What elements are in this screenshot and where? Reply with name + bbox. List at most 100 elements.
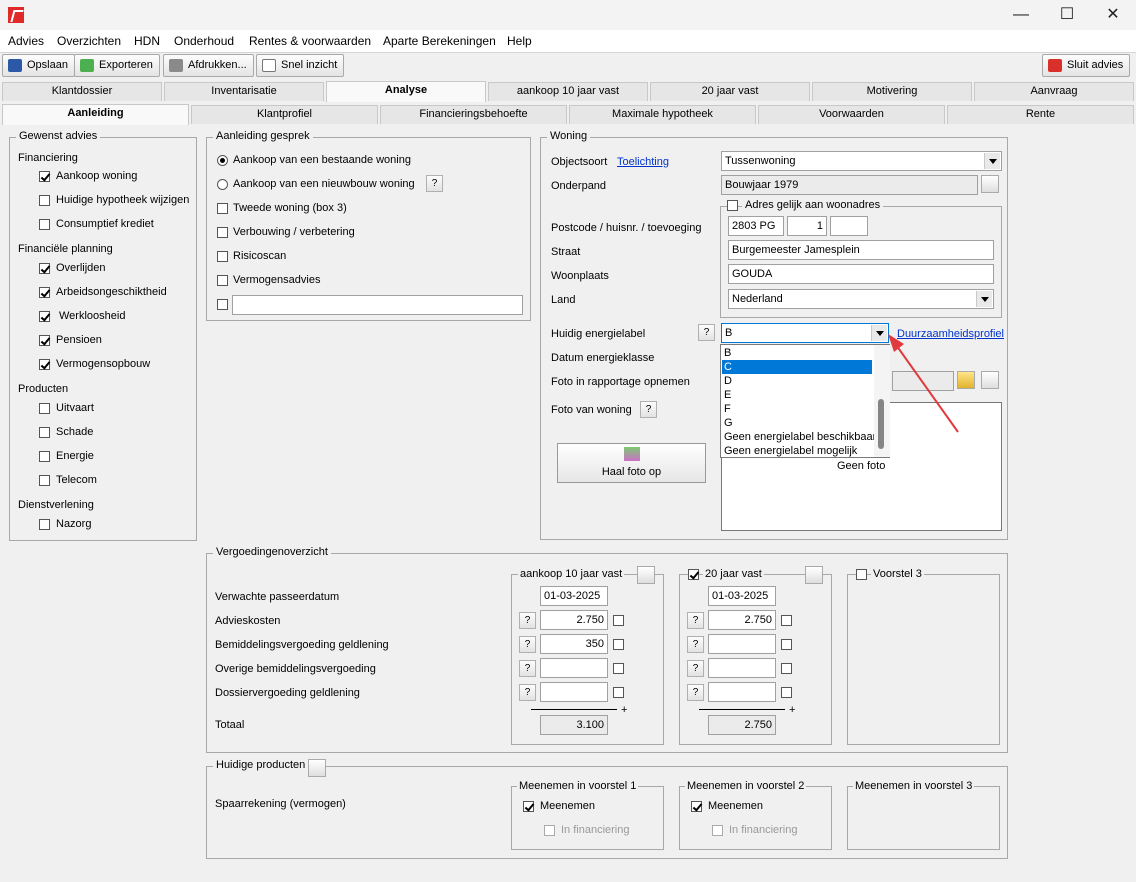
save-button[interactable]: Opslaan xyxy=(2,54,75,77)
overig-input[interactable] xyxy=(232,295,523,315)
option-e[interactable]: E xyxy=(722,388,872,402)
option-d[interactable]: D xyxy=(722,374,872,388)
edit-icon[interactable] xyxy=(308,759,326,777)
overlijden-checkbox[interactable] xyxy=(39,263,50,274)
foto-help-button[interactable]: ? xyxy=(640,401,657,418)
telecom-checkbox[interactable] xyxy=(39,475,50,486)
energielabel-select[interactable]: B xyxy=(721,323,889,343)
consumptief-krediet-checkbox[interactable] xyxy=(39,219,50,230)
bemiddeling-help-2[interactable]: ? xyxy=(687,636,704,653)
bemiddeling-check-1[interactable] xyxy=(613,639,624,650)
option-b[interactable]: B xyxy=(722,346,872,360)
in-financiering-1-checkbox[interactable] xyxy=(544,825,555,836)
menu-advies[interactable]: Advies xyxy=(8,34,44,48)
edit-icon[interactable] xyxy=(981,175,999,193)
voorstel-1-passeerdatum[interactable]: 01-03-2025 xyxy=(540,586,608,606)
advieskosten-check-1[interactable] xyxy=(613,615,624,626)
advieskosten-help-1[interactable]: ? xyxy=(519,612,536,629)
voorstel-2-bemiddeling[interactable] xyxy=(708,634,776,654)
overige-help-2[interactable]: ? xyxy=(687,660,704,677)
advieskosten-check-2[interactable] xyxy=(781,615,792,626)
nieuwbouw-help-button[interactable]: ? xyxy=(426,175,443,192)
werkloosheid-checkbox[interactable] xyxy=(39,311,50,322)
bemiddeling-check-2[interactable] xyxy=(781,639,792,650)
nazorg-checkbox[interactable] xyxy=(39,519,50,530)
minimize-button[interactable]: — xyxy=(998,0,1044,30)
quick-insight-button[interactable]: Snel inzicht xyxy=(256,54,345,77)
overige-help-1[interactable]: ? xyxy=(519,660,536,677)
voorstel-2-overige[interactable] xyxy=(708,658,776,678)
uitvaart-checkbox[interactable] xyxy=(39,403,50,414)
overig-checkbox[interactable] xyxy=(217,299,228,310)
tab-inventarisatie[interactable]: Inventarisatie xyxy=(164,82,324,101)
bemiddeling-help-1[interactable]: ? xyxy=(519,636,536,653)
in-financiering-2-checkbox[interactable] xyxy=(712,825,723,836)
dossier-help-2[interactable]: ? xyxy=(687,684,704,701)
dossier-check-2[interactable] xyxy=(781,687,792,698)
nieuwbouw-woning-radio[interactable] xyxy=(217,179,228,190)
menu-overzichten[interactable]: Overzichten xyxy=(57,34,121,48)
aankoop-woning-checkbox[interactable] xyxy=(39,171,50,182)
risicoscan-checkbox[interactable] xyxy=(217,251,228,262)
voorstel-2-dossier[interactable] xyxy=(708,682,776,702)
export-button[interactable]: Exporteren xyxy=(74,54,160,77)
tab-klantprofiel[interactable]: Klantprofiel xyxy=(191,105,378,124)
tab-20-jaar[interactable]: 20 jaar vast xyxy=(650,82,810,101)
huisnummer-input[interactable]: 1 xyxy=(787,216,827,236)
voorstel-2-advieskosten[interactable]: 2.750 xyxy=(708,610,776,630)
tab-klantdossier[interactable]: Klantdossier xyxy=(2,82,162,101)
tab-motivering[interactable]: Motivering xyxy=(812,82,972,101)
menu-rentes[interactable]: Rentes & voorwaarden xyxy=(249,34,371,48)
tab-maximale-hypotheek[interactable]: Maximale hypotheek xyxy=(569,105,756,124)
voorstel-3-checkbox[interactable] xyxy=(856,569,867,580)
copy-icon[interactable] xyxy=(637,566,655,584)
pensioen-checkbox[interactable] xyxy=(39,335,50,346)
option-geen-mogelijk[interactable]: Geen energielabel mogelijk xyxy=(722,444,872,458)
tab-rente[interactable]: Rente xyxy=(947,105,1134,124)
verbouwing-checkbox[interactable] xyxy=(217,227,228,238)
arbeidsongeschiktheid-checkbox[interactable] xyxy=(39,287,50,298)
option-g[interactable]: G xyxy=(722,416,872,430)
tab-aanvraag[interactable]: Aanvraag xyxy=(974,82,1134,101)
overige-check-2[interactable] xyxy=(781,663,792,674)
menu-help[interactable]: Help xyxy=(507,34,532,48)
advieskosten-help-2[interactable]: ? xyxy=(687,612,704,629)
tab-financieringsbehoefte[interactable]: Financieringsbehoefte xyxy=(380,105,567,124)
voorstel-1-overige[interactable] xyxy=(540,658,608,678)
option-c[interactable]: C xyxy=(722,360,872,374)
copy-icon[interactable] xyxy=(805,566,823,584)
voorstel-2-checkbox[interactable] xyxy=(688,569,699,580)
energie-checkbox[interactable] xyxy=(39,451,50,462)
menu-onderhoud[interactable]: Onderhoud xyxy=(174,34,234,48)
close-window-button[interactable]: ✕ xyxy=(1090,0,1136,30)
voorstel-1-dossier[interactable] xyxy=(540,682,608,702)
meenemen-1-checkbox[interactable] xyxy=(523,801,534,812)
maximize-button[interactable]: ☐ xyxy=(1044,0,1090,30)
voorstel-2-passeerdatum[interactable]: 01-03-2025 xyxy=(708,586,776,606)
delete-image-icon[interactable] xyxy=(981,371,999,389)
haal-foto-button[interactable]: Haal foto op xyxy=(557,443,706,483)
straat-input[interactable]: Burgemeester Jamesplein xyxy=(728,240,994,260)
adres-gelijk-checkbox[interactable] xyxy=(727,200,738,211)
toelichting-link[interactable]: Toelichting xyxy=(617,156,669,168)
schade-checkbox[interactable] xyxy=(39,427,50,438)
energielabel-help-button[interactable]: ? xyxy=(698,324,715,341)
overige-check-1[interactable] xyxy=(613,663,624,674)
bestaande-woning-radio[interactable] xyxy=(217,155,228,166)
option-geen-beschikbaar[interactable]: Geen energielabel beschikbaar xyxy=(722,430,876,444)
tab-voorwaarden[interactable]: Voorwaarden xyxy=(758,105,945,124)
tab-analyse[interactable]: Analyse xyxy=(326,81,486,102)
menu-hdn[interactable]: HDN xyxy=(134,34,160,48)
land-select[interactable]: Nederland xyxy=(728,289,994,309)
voorstel-1-bemiddeling[interactable]: 350 xyxy=(540,634,608,654)
tweede-woning-checkbox[interactable] xyxy=(217,203,228,214)
print-button[interactable]: Afdrukken... xyxy=(163,54,254,77)
vermogensopbouw-checkbox[interactable] xyxy=(39,359,50,370)
tab-aankoop-10-jaar[interactable]: aankoop 10 jaar vast xyxy=(488,82,648,101)
meenemen-2-checkbox[interactable] xyxy=(691,801,702,812)
postcode-input[interactable]: 2803 PG xyxy=(728,216,784,236)
dossier-help-1[interactable]: ? xyxy=(519,684,536,701)
vermogensadvies-checkbox[interactable] xyxy=(217,275,228,286)
woonplaats-input[interactable]: GOUDA xyxy=(728,264,994,284)
menu-aparte-berekeningen[interactable]: Aparte Berekeningen xyxy=(383,34,496,48)
